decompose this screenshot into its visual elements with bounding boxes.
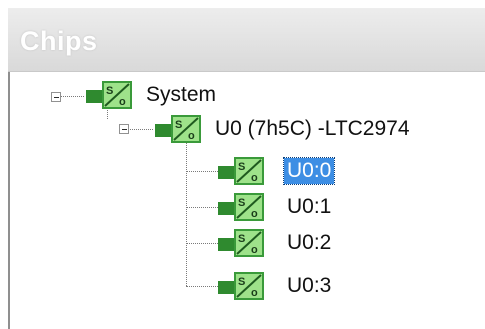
collapse-system-button[interactable] xyxy=(51,92,61,102)
ltc-chip-icon: S o xyxy=(218,157,264,185)
svg-text:S: S xyxy=(175,119,182,131)
panel-header: Chips xyxy=(8,8,485,72)
svg-text:S: S xyxy=(238,233,245,245)
tree-connector xyxy=(186,207,218,208)
svg-text:o: o xyxy=(251,287,258,299)
tree-connector xyxy=(186,286,218,287)
tree-connector xyxy=(186,243,218,244)
tree-connector xyxy=(186,139,187,286)
tree-connector xyxy=(186,171,218,172)
svg-text:S: S xyxy=(238,276,245,288)
tree-node-chip[interactable]: U0 (7h5C) -LTC2974 xyxy=(212,116,413,142)
svg-text:o: o xyxy=(251,172,258,184)
ltc-chip-icon: S o xyxy=(218,272,264,300)
svg-text:o: o xyxy=(188,130,195,142)
svg-text:S: S xyxy=(106,85,113,97)
tree-node-channel[interactable]: U0:1 xyxy=(284,194,334,220)
tree-node-channel[interactable]: U0:2 xyxy=(284,230,334,256)
svg-text:S: S xyxy=(238,161,245,173)
ltc-chip-icon: S o xyxy=(218,193,264,221)
chips-panel: Chips S o System S o U0 (7h5C) -LTC2974 … xyxy=(8,8,485,329)
tree-node-channel[interactable]: U0:0 xyxy=(282,157,336,185)
svg-text:o: o xyxy=(119,96,126,108)
svg-text:o: o xyxy=(251,244,258,256)
tree-node-channel[interactable]: U0:3 xyxy=(284,273,334,299)
ltc-chip-icon: S o xyxy=(155,115,201,143)
collapse-chip-button[interactable] xyxy=(119,124,129,134)
svg-text:o: o xyxy=(251,208,258,220)
ltc-chip-icon: S o xyxy=(86,81,132,109)
tree-node-system[interactable]: System xyxy=(143,82,219,108)
chips-tree[interactable]: S o System S o U0 (7h5C) -LTC2974 S o U0… xyxy=(8,72,485,329)
ltc-chip-icon: S o xyxy=(218,229,264,257)
panel-title: Chips xyxy=(20,26,98,56)
svg-text:S: S xyxy=(238,197,245,209)
tree-connector xyxy=(125,129,153,130)
